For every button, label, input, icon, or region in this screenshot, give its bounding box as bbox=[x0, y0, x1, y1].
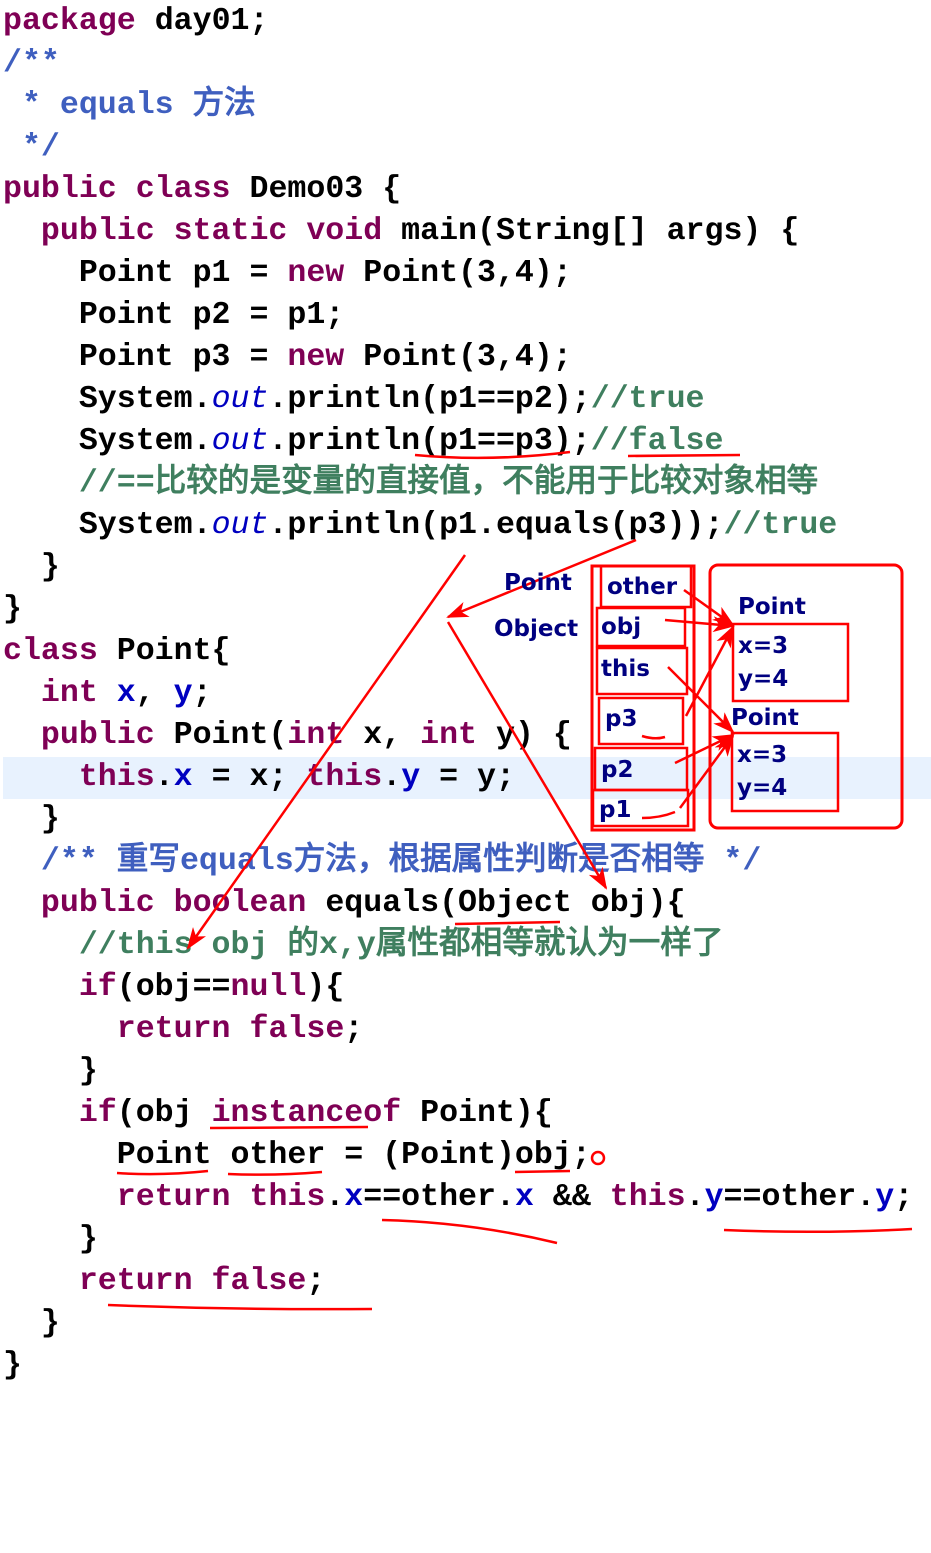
heap-object-2-class: Point bbox=[731, 705, 799, 731]
heap-object-1-x: x=3 bbox=[738, 633, 788, 659]
stack-var-this: this bbox=[601, 656, 650, 682]
stack-var-p1: p1 bbox=[599, 797, 631, 823]
underline bbox=[627, 453, 741, 458]
arrow-object-to-param bbox=[446, 621, 608, 890]
underline bbox=[227, 1170, 323, 1176]
annotation-overlay: Point Object other obj this p3 p2 p1 Poi… bbox=[107, 450, 913, 1311]
type-label-point: Point bbox=[504, 570, 572, 596]
underline bbox=[381, 1218, 558, 1245]
stack-var-p3: p3 bbox=[605, 706, 637, 732]
underline bbox=[116, 1169, 209, 1176]
stack-var-other: other bbox=[607, 574, 678, 600]
heap-object-1-y: y=4 bbox=[738, 666, 788, 692]
underline bbox=[209, 1125, 369, 1130]
arrow-call-to-method bbox=[186, 554, 467, 950]
underline bbox=[454, 920, 561, 926]
underline bbox=[414, 450, 571, 460]
underline bbox=[514, 1169, 571, 1174]
stack-var-p2: p2 bbox=[601, 757, 633, 783]
heap-object-1-class: Point bbox=[738, 594, 806, 620]
underline bbox=[107, 1303, 373, 1311]
heap-object-2-x: x=3 bbox=[737, 742, 787, 768]
type-label-object: Object bbox=[494, 616, 578, 642]
heap-object-2-y: y=4 bbox=[737, 775, 787, 801]
underline bbox=[723, 1227, 913, 1234]
stack-var-obj: obj bbox=[601, 614, 641, 640]
